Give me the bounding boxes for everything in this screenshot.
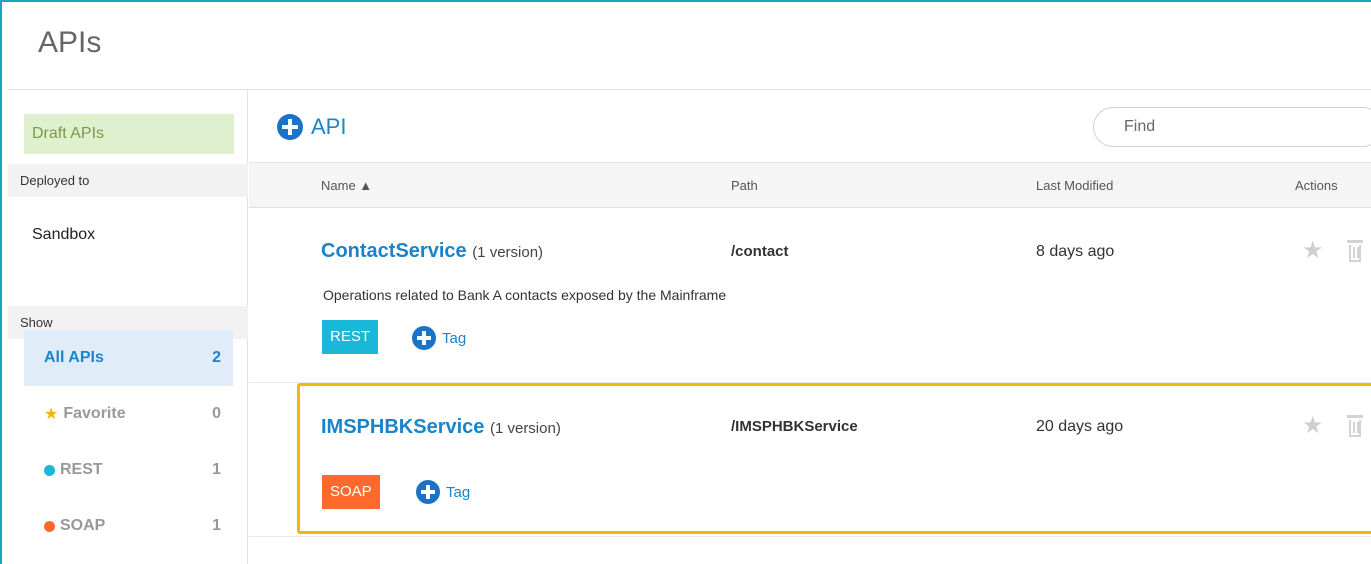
api-name-link[interactable]: IMSPHBKService (1 version) <box>321 416 561 439</box>
api-description: Operations related to Bank A contacts ex… <box>323 287 727 303</box>
add-tag-button[interactable]: Tag <box>412 326 466 350</box>
favorite-star-icon[interactable]: ★ <box>1302 411 1324 440</box>
api-path: /contact <box>731 243 789 260</box>
row-divider <box>249 382 1371 383</box>
add-api-button[interactable]: API <box>277 114 346 140</box>
filter-all-apis-count: 2 <box>212 349 221 366</box>
filter-all-apis[interactable]: All APIs 2 <box>24 330 233 386</box>
filter-favorite-label: Favorite <box>63 405 126 422</box>
api-version: (1 version) <box>489 420 561 437</box>
column-name-header[interactable]: Name ▲ <box>321 178 372 193</box>
plus-circle-icon <box>412 326 436 350</box>
column-actions-header: Actions <box>1295 178 1338 193</box>
filter-rest-label: REST <box>60 461 103 478</box>
api-last-modified: 8 days ago <box>1036 243 1115 260</box>
table-header: Name ▲ Path Last Modified Actions <box>249 162 1371 208</box>
plus-circle-icon <box>277 114 303 140</box>
add-tag-button[interactable]: Tag <box>416 480 470 504</box>
column-modified-header[interactable]: Last Modified <box>1036 178 1113 193</box>
api-name-text: IMSPHBKService <box>321 416 485 438</box>
api-last-modified: 20 days ago <box>1036 418 1124 435</box>
filter-favorite[interactable]: ★ Favorite 0 <box>24 386 233 442</box>
rest-type-badge: REST <box>322 320 379 354</box>
delete-trash-icon[interactable] <box>1347 240 1363 262</box>
add-tag-label: Tag <box>446 483 471 501</box>
plus-circle-icon <box>416 480 440 504</box>
row-divider <box>249 536 1371 537</box>
add-tag-label: Tag <box>442 329 467 347</box>
delete-trash-icon[interactable] <box>1347 415 1363 437</box>
column-path-header[interactable]: Path <box>731 178 758 193</box>
filter-soap[interactable]: SOAP 1 <box>24 498 233 554</box>
star-icon: ★ <box>44 406 59 423</box>
soap-dot-icon <box>44 520 55 532</box>
api-version: (1 version) <box>472 244 544 261</box>
sandbox-environment-item[interactable]: Sandbox <box>32 226 95 244</box>
filter-rest-count: 1 <box>212 461 221 478</box>
favorite-star-icon[interactable]: ★ <box>1302 236 1324 265</box>
filter-soap-count: 1 <box>212 517 221 534</box>
soap-type-badge: SOAP <box>322 475 380 509</box>
rest-dot-icon <box>44 464 55 476</box>
page-title: APIs <box>38 26 102 59</box>
filter-rest[interactable]: REST 1 <box>24 442 233 498</box>
draft-apis-button[interactable]: Draft APIs <box>24 114 234 154</box>
filter-all-apis-label: All APIs <box>44 349 104 366</box>
filter-soap-label: SOAP <box>60 517 106 534</box>
api-path: /IMSPHBKService <box>731 418 858 435</box>
api-name-text: ContactService <box>321 240 467 262</box>
add-api-label: API <box>311 114 347 139</box>
api-name-link[interactable]: ContactService (1 version) <box>321 240 543 263</box>
deployed-to-heading: Deployed to <box>8 164 248 197</box>
sidebar: Draft APIs Deployed to Sandbox Show All … <box>8 90 248 564</box>
find-input[interactable] <box>1093 107 1371 147</box>
filter-favorite-count: 0 <box>212 405 221 422</box>
